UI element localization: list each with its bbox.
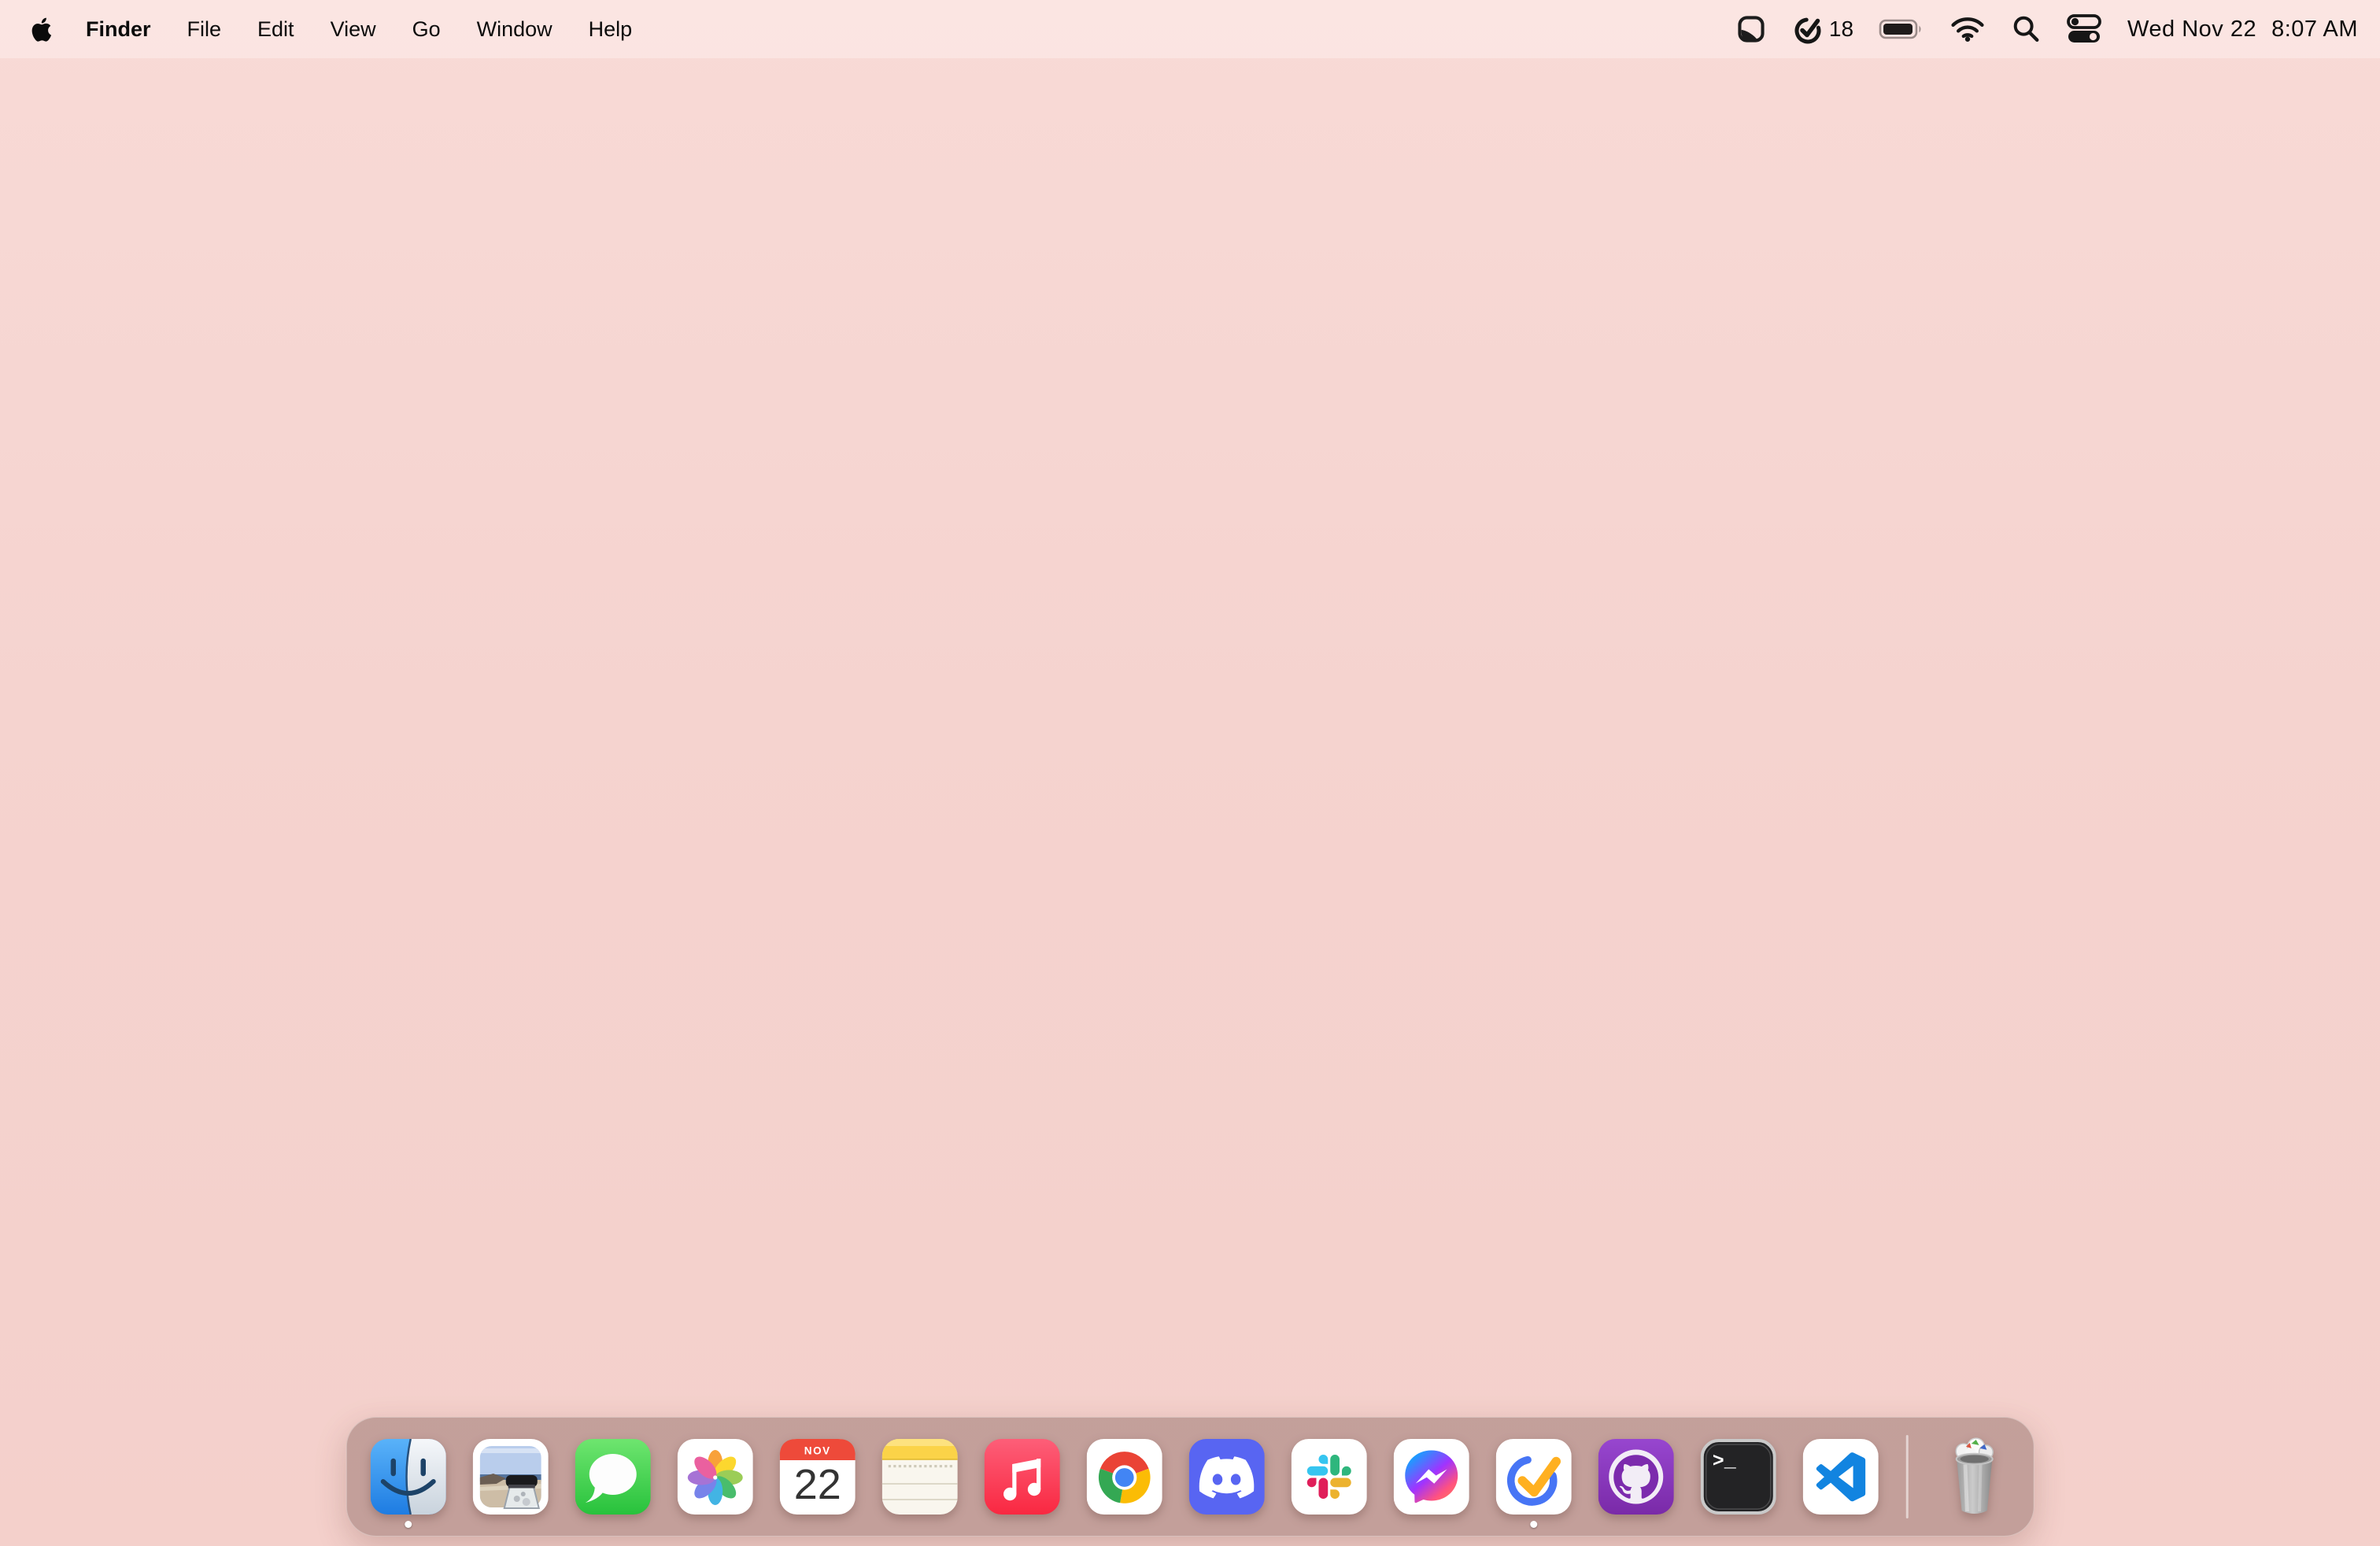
trash-basket-icon xyxy=(1954,1437,1994,1515)
dock-icon-notes[interactable] xyxy=(881,1439,958,1515)
menu-go[interactable]: Go xyxy=(394,0,459,58)
control-center-icon xyxy=(2067,14,2101,43)
menu-edit[interactable]: Edit xyxy=(239,0,312,58)
dock-icon-trash[interactable] xyxy=(1935,1434,2009,1522)
menu-bar-clock[interactable]: Wed Nov 22 8:07 AM xyxy=(2115,0,2363,58)
status-note-utility[interactable] xyxy=(1723,0,1779,58)
status-battery[interactable] xyxy=(1866,0,1937,58)
dock-icon-finder[interactable] xyxy=(370,1439,446,1528)
messages-bubble-icon xyxy=(575,1439,651,1515)
apple-logo-icon xyxy=(31,17,52,42)
dock-icon-discord[interactable] xyxy=(1188,1439,1265,1515)
ticktick-logo-icon xyxy=(1495,1439,1572,1515)
dock-icon-photos[interactable] xyxy=(677,1439,753,1515)
dock-icon-chrome[interactable] xyxy=(1086,1439,1162,1515)
ticktick-check-icon xyxy=(1794,17,1821,44)
chrome-logo-icon xyxy=(1086,1439,1162,1515)
terminal-prompt-icon: >_ xyxy=(1700,1439,1776,1515)
messenger-bolt-icon xyxy=(1393,1439,1469,1515)
svg-text:22: 22 xyxy=(794,1461,841,1508)
dock-icon-music[interactable] xyxy=(984,1439,1060,1515)
menu-help[interactable]: Help xyxy=(571,0,651,58)
dock-icon-terminal[interactable]: >_ xyxy=(1700,1439,1776,1515)
status-control-center[interactable] xyxy=(2053,0,2115,58)
dock: NOV 22 >_ xyxy=(346,1417,2034,1537)
dock-icon-calendar[interactable]: NOV 22 xyxy=(779,1439,856,1515)
finder-face-icon xyxy=(370,1439,446,1515)
notes-pad-icon xyxy=(881,1439,958,1515)
menu-window[interactable]: Window xyxy=(459,0,571,58)
svg-text:>_: >_ xyxy=(1713,1450,1737,1473)
apple-menu[interactable] xyxy=(17,15,68,43)
slack-logo-icon xyxy=(1291,1439,1367,1515)
task-count-badge: 18 xyxy=(1828,17,1854,41)
dock-icon-messages[interactable] xyxy=(575,1439,651,1515)
music-note-icon xyxy=(984,1439,1060,1515)
svg-text:NOV: NOV xyxy=(804,1445,831,1457)
menu-file[interactable]: File xyxy=(169,0,240,58)
github-octocat-icon xyxy=(1598,1439,1674,1515)
menu-bar-left: Finder File Edit View Go Window Help xyxy=(17,0,650,58)
status-ticktick-tasks[interactable]: 18 xyxy=(1779,0,1866,58)
dock-icon-ticktick[interactable] xyxy=(1495,1439,1572,1528)
menu-finder[interactable]: Finder xyxy=(68,0,169,58)
menu-view[interactable]: View xyxy=(312,0,394,58)
dock-icon-vscode[interactable] xyxy=(1802,1439,1879,1515)
dock-icon-messenger[interactable] xyxy=(1393,1439,1469,1515)
search-icon xyxy=(2013,16,2039,42)
wifi-icon xyxy=(1951,17,1984,42)
discord-clyde-icon xyxy=(1188,1439,1265,1515)
dock-icon-github-desktop[interactable] xyxy=(1598,1439,1674,1515)
running-indicator xyxy=(1530,1521,1538,1528)
battery-icon xyxy=(1879,19,1921,39)
menu-bar: Finder File Edit View Go Window Help 18 xyxy=(0,0,2380,58)
dock-icon-preview[interactable] xyxy=(472,1439,549,1515)
photos-flower-icon xyxy=(677,1439,753,1515)
vscode-logo-icon xyxy=(1802,1439,1879,1515)
sticky-note-icon xyxy=(1738,16,1765,43)
dock-separator xyxy=(1905,1435,1909,1518)
calendar-date-icon: NOV 22 xyxy=(779,1439,856,1515)
desktop[interactable] xyxy=(0,0,2380,1546)
preview-loupe-icon xyxy=(472,1439,549,1515)
running-indicator xyxy=(405,1521,412,1528)
dock-icon-slack[interactable] xyxy=(1291,1439,1367,1515)
clock-time: 8:07 AM xyxy=(2271,16,2358,42)
clock-date: Wed Nov 22 xyxy=(2127,16,2257,42)
status-wifi[interactable] xyxy=(1937,0,1998,58)
status-spotlight[interactable] xyxy=(1998,0,2053,58)
menu-bar-status: 18 Wed Nov 22 8:07 AM xyxy=(1723,0,2363,58)
